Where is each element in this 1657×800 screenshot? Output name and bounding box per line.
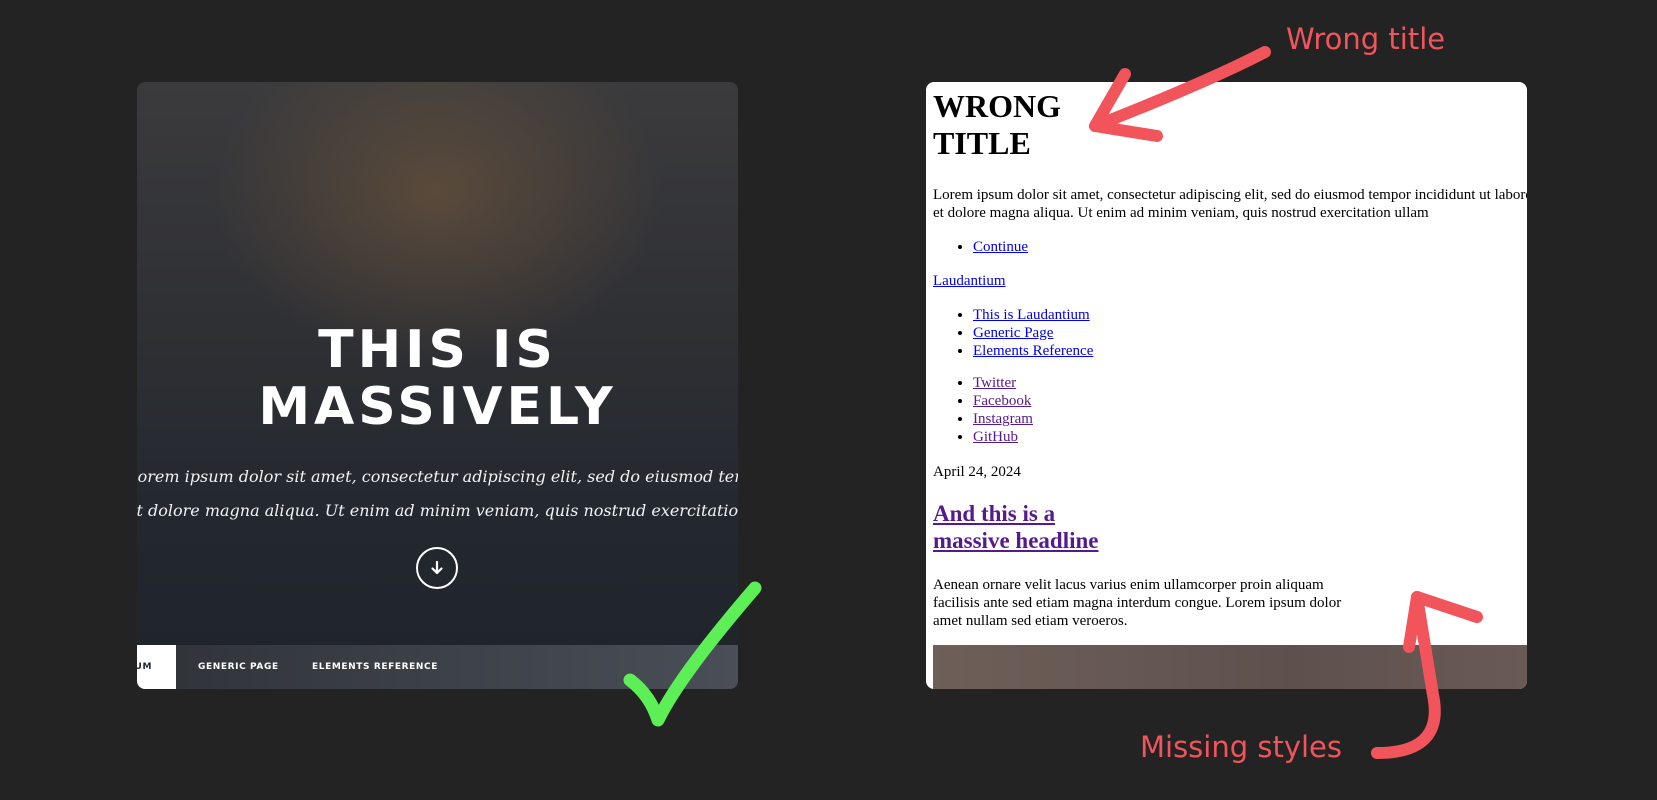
logo-link[interactable]: Laudantium (933, 273, 1005, 289)
arrow-icon (1371, 591, 1483, 759)
arrow-down-icon (431, 560, 443, 575)
nav-item-laudantium[interactable]: LAUDANTIUM (137, 645, 176, 689)
post-headline-link[interactable]: And this is a massive headline (933, 500, 1098, 554)
nav-link-generic-page[interactable]: Generic Page (973, 325, 1053, 341)
list-item: Facebook (973, 392, 1033, 410)
list-item: GitHub (973, 428, 1033, 446)
list-item: Continue (973, 238, 1028, 256)
nav-item-elements-reference[interactable]: ELEMENTS REFERENCE (312, 645, 438, 689)
post-date: April 24, 2024 (933, 464, 1021, 480)
scroll-down-button[interactable] (416, 547, 458, 589)
wrong-title-annotation: Wrong title (1286, 22, 1446, 56)
continue-link[interactable]: Continue (973, 239, 1028, 255)
social-link-github[interactable]: GitHub (973, 429, 1018, 445)
title-line: WRONG (933, 88, 1061, 124)
arrow-icon (1089, 46, 1271, 142)
body-line: amet nullam sed etiam veroeros. (933, 613, 1128, 629)
headline-line: And this is a (933, 501, 1056, 526)
hero-title: THIS IS MASSIVELY (137, 322, 738, 436)
lead-paragraph: Lorem ipsum dolor sit amet, consectetur … (933, 186, 1527, 222)
nav-links-list: This is Laudantium Generic Page Elements… (973, 306, 1093, 360)
list-item: Elements Reference (973, 342, 1093, 360)
missing-styles-annotation: Missing styles (1140, 730, 1343, 764)
post-body: Aenean ornare velit lacus varius enim ul… (933, 576, 1341, 630)
list-item: Generic Page (973, 324, 1093, 342)
hero-lead-line: Lorem ipsum dolor sit amet, consectetur … (137, 467, 738, 486)
social-link-instagram[interactable]: Instagram (973, 411, 1033, 427)
list-item: Twitter (973, 374, 1033, 392)
post-headline: And this is a massive headline (933, 500, 1098, 554)
lead-line: et dolore magna aliqua. Ut enim ad minim… (933, 205, 1429, 221)
wrong-page-title: WRONG TITLE (933, 88, 1061, 162)
checkmark-icon (623, 581, 762, 727)
hero-lead-line: et dolore magna aliqua. Ut enim ad minim… (137, 501, 738, 520)
list-item: Instagram (973, 410, 1033, 428)
nav-link-this-is-laudantium[interactable]: This is Laudantium (973, 307, 1090, 323)
nav-item-generic-page[interactable]: GENERIC PAGE (198, 645, 279, 689)
social-links-list: Twitter Facebook Instagram GitHub (973, 374, 1033, 446)
body-line: Aenean ornare velit lacus varius enim ul… (933, 577, 1324, 593)
body-line: facilisis ante sed etiam magna interdum … (933, 595, 1342, 611)
lead-line: Lorem ipsum dolor sit amet, consectetur … (933, 187, 1527, 203)
hero-title-line: MASSIVELY (258, 377, 617, 437)
title-line: TITLE (933, 125, 1031, 161)
list-item: This is Laudantium (973, 306, 1093, 324)
logo: Laudantium (933, 272, 1005, 290)
hero-title-line: THIS IS (318, 320, 557, 380)
headline-line: massive headline (933, 528, 1099, 553)
social-link-twitter[interactable]: Twitter (973, 375, 1016, 391)
continue-list: Continue (973, 238, 1028, 256)
nav-link-elements-reference[interactable]: Elements Reference (973, 343, 1093, 359)
social-link-facebook[interactable]: Facebook (973, 393, 1031, 409)
nav-item-label: LAUDANTIUM (137, 662, 152, 672)
hero-lead: Lorem ipsum dolor sit amet, consectetur … (137, 460, 738, 528)
